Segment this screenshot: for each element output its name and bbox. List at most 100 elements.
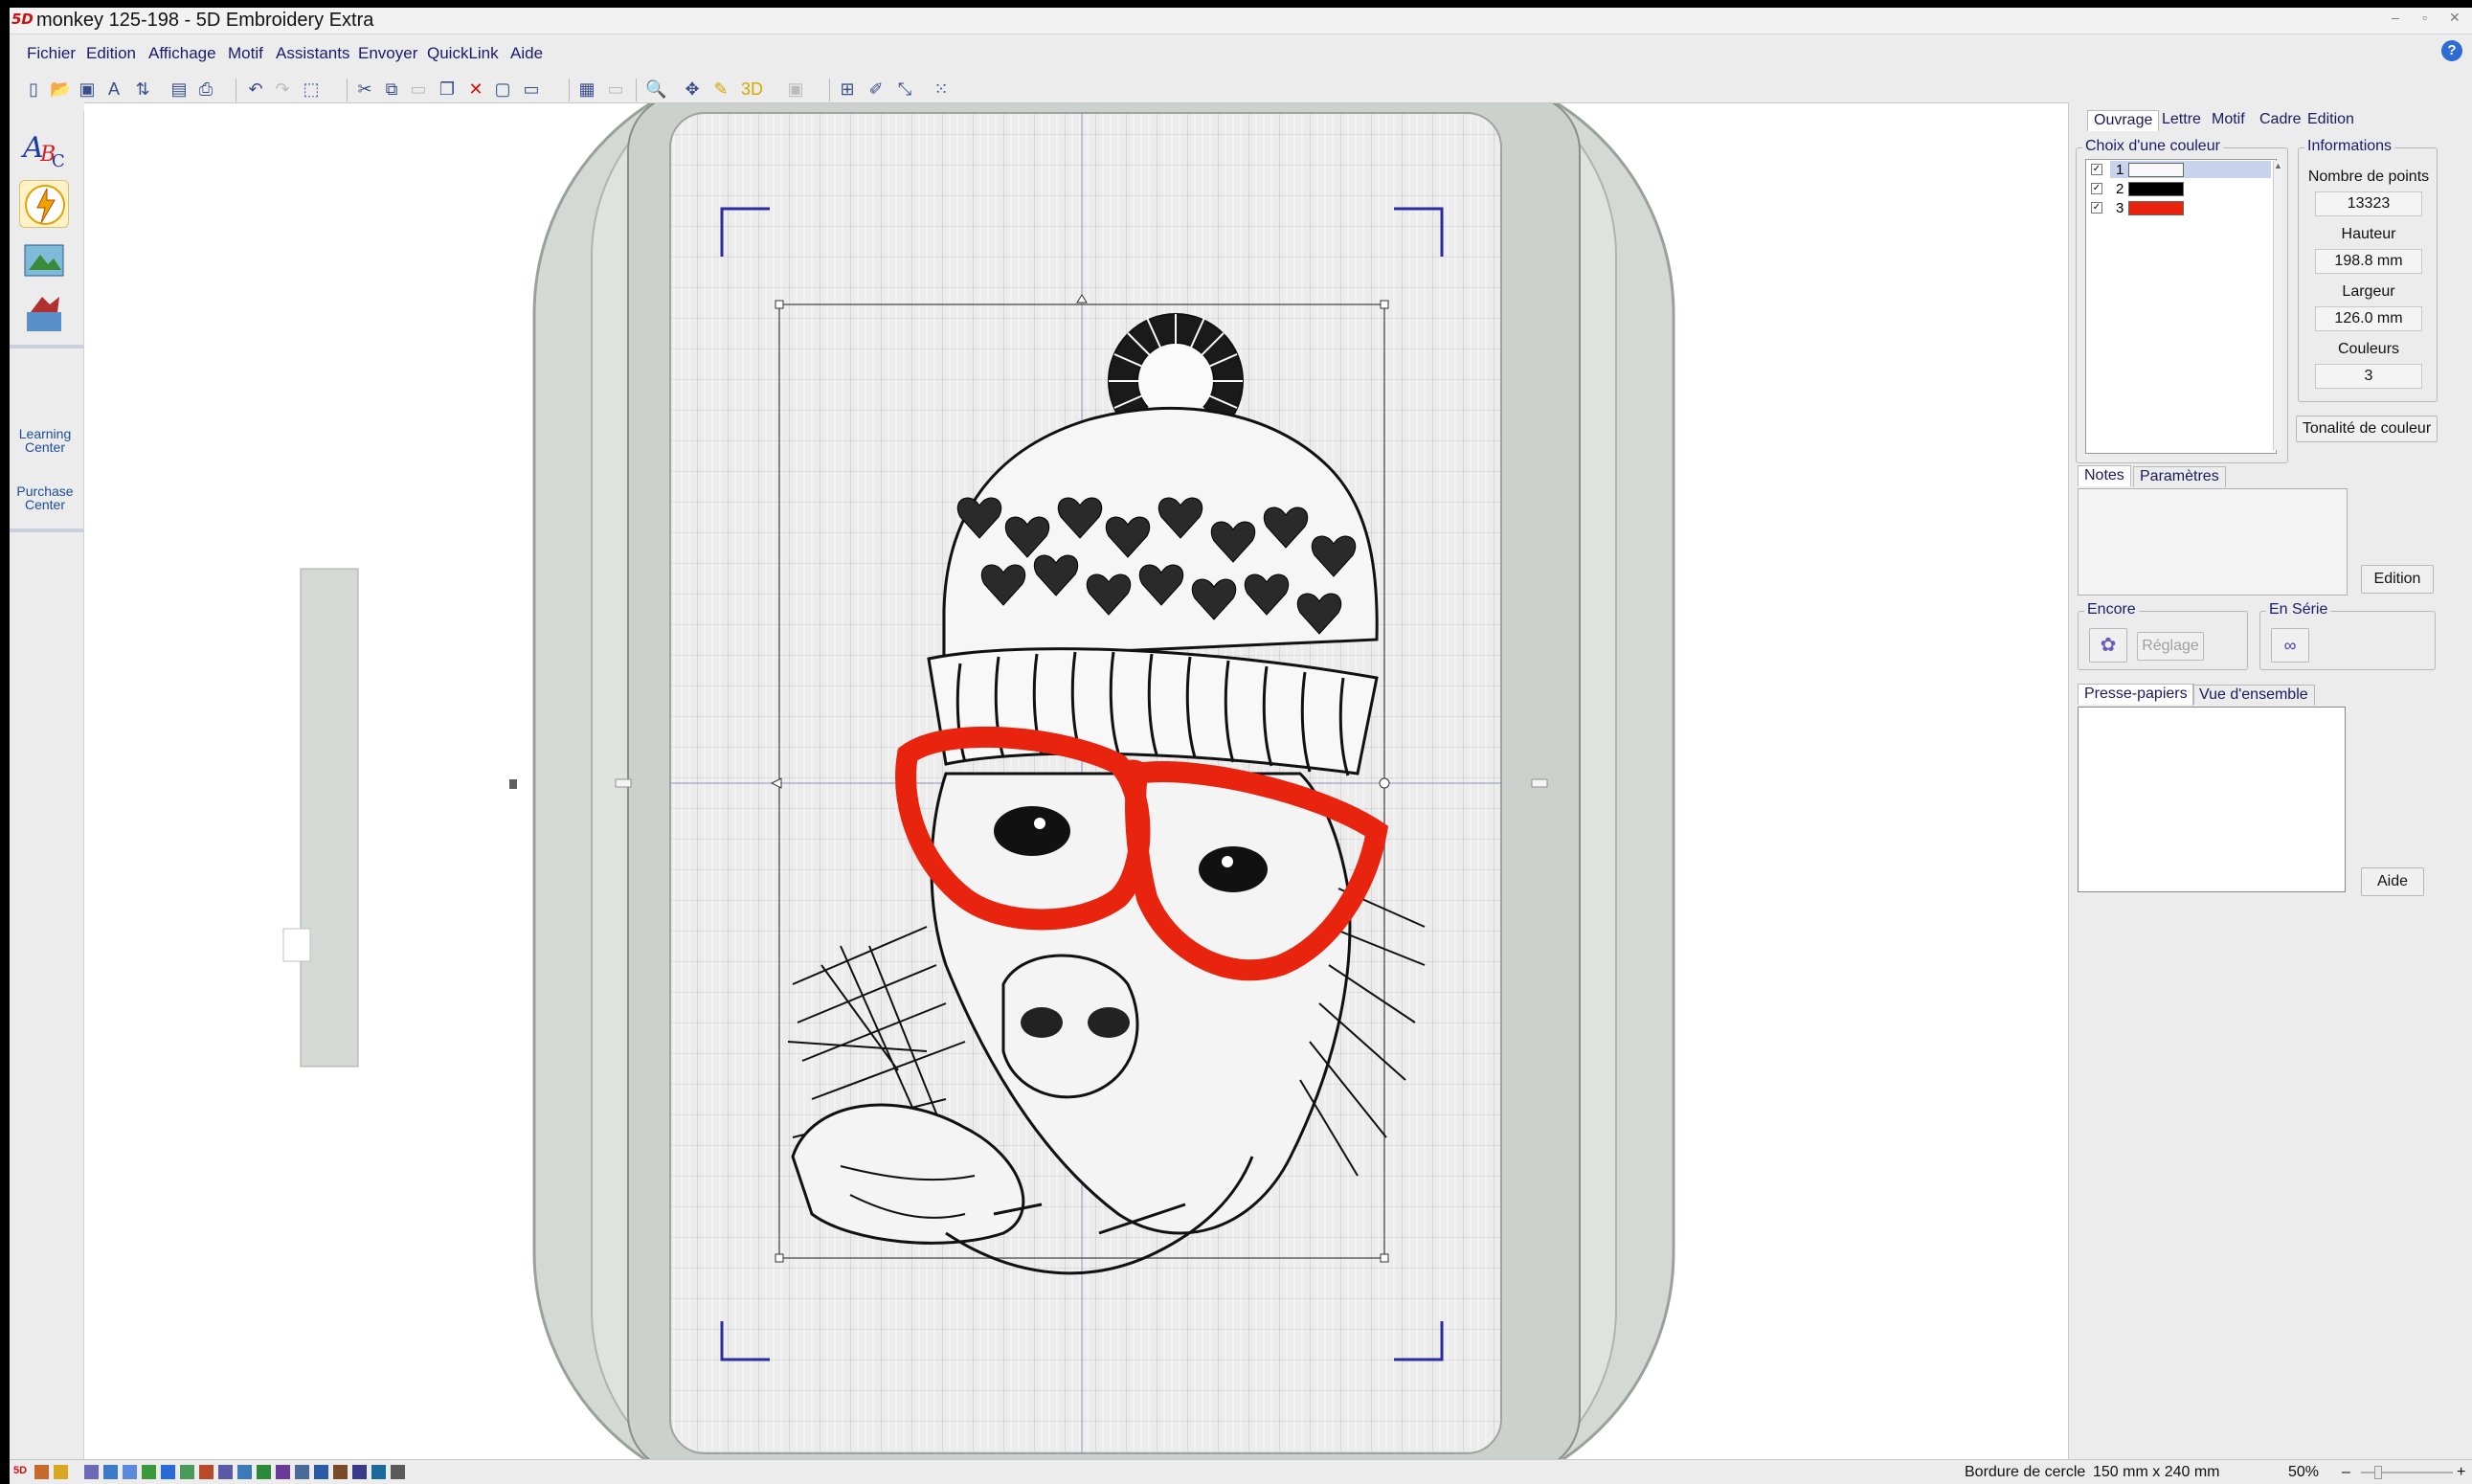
status-tool-icon[interactable] (180, 1465, 194, 1479)
delete-icon[interactable]: ✕ (465, 79, 486, 100)
status-tool-icon[interactable] (34, 1465, 49, 1479)
zoom-icon[interactable]: 🔍 (645, 79, 666, 100)
menu-quicklink[interactable]: QuickLink (427, 44, 499, 63)
zoom-out-button[interactable]: – (2342, 1464, 2350, 1481)
new-file-icon[interactable]: ▯ (23, 79, 44, 100)
copy-icon[interactable]: ⧉ (381, 79, 402, 100)
tab-lettre[interactable]: Lettre (2156, 110, 2207, 131)
hoop-icon[interactable]: ▭ (521, 79, 542, 100)
tab-parametres[interactable]: Paramètres (2133, 466, 2226, 487)
minimize-button[interactable]: – (2392, 10, 2399, 25)
menu-edition[interactable]: Edition (86, 44, 136, 63)
app-status-icon[interactable]: 5D (13, 1465, 28, 1479)
menu-motif[interactable]: Motif (228, 44, 263, 63)
duplicate-icon[interactable]: ❐ (437, 79, 458, 100)
help-icon[interactable]: ? (2441, 40, 2462, 61)
zoom-in-button[interactable]: + (2457, 1464, 2465, 1481)
status-tool-icon[interactable] (314, 1465, 328, 1479)
zoom-slider-thumb[interactable] (2374, 1466, 2382, 1479)
transfer-icon[interactable]: ⇅ (132, 79, 153, 100)
tab-ouvrage[interactable]: Ouvrage (2087, 110, 2160, 131)
aide-button[interactable]: Aide (2361, 867, 2424, 896)
tab-vue-ensemble[interactable]: Vue d'ensemble (2192, 685, 2315, 706)
undo-icon[interactable]: ↶ (245, 79, 266, 100)
quick-design-icon[interactable] (19, 180, 69, 228)
color-3-index: 3 (2116, 200, 2124, 216)
print-icon[interactable]: ⎙ (195, 79, 216, 100)
tab-motif[interactable]: Motif (2206, 110, 2251, 131)
arrange-icon[interactable]: ⊞ (837, 79, 858, 100)
status-tool-icon[interactable] (218, 1465, 233, 1479)
status-tool-icon[interactable] (84, 1465, 99, 1479)
status-tool-icon[interactable] (123, 1465, 137, 1479)
menu-aide[interactable]: Aide (510, 44, 543, 63)
lettering-app-icon[interactable]: ABC (19, 124, 69, 172)
lettering-icon[interactable]: A (103, 79, 124, 100)
en-serie-icon[interactable]: ∞ (2271, 628, 2309, 663)
save-icon[interactable]: ▣ (77, 79, 98, 100)
color-2-index: 2 (2116, 181, 2124, 197)
colors-count-label: Couleurs (2337, 341, 2400, 357)
status-tool-icon[interactable] (142, 1465, 156, 1479)
color-3-checkbox[interactable]: ✓ (2091, 202, 2102, 214)
menu-affichage[interactable]: Affichage (148, 44, 216, 63)
status-tool-icon[interactable] (103, 1465, 118, 1479)
background-icon[interactable]: ▭ (605, 79, 626, 100)
edit-points-icon[interactable]: ✐ (865, 79, 887, 100)
color-2-checkbox[interactable]: ✓ (2091, 183, 2102, 194)
design-creator-icon[interactable] (19, 236, 69, 283)
width-label: Largeur (2342, 283, 2395, 300)
tonalite-button[interactable]: Tonalité de couleur (2296, 416, 2438, 442)
encore-flower-icon[interactable]: ✿ (2089, 628, 2127, 663)
notes-textarea[interactable] (2078, 488, 2348, 596)
cut-icon[interactable]: ✂ (354, 79, 375, 100)
design-canvas[interactable] (84, 102, 2070, 1460)
tab-cadre[interactable]: Cadre (2254, 110, 2307, 131)
status-tool-icon[interactable] (161, 1465, 175, 1479)
status-tool-icon[interactable] (199, 1465, 213, 1479)
purchase-center-link[interactable]: Purchase Center (13, 484, 77, 511)
view-icon[interactable]: ▣ (785, 79, 806, 100)
app-logo-icon[interactable]: 5D (11, 11, 34, 28)
shape-icon[interactable]: ▢ (492, 79, 513, 100)
tab-presse-papiers[interactable]: Presse-papiers (2078, 684, 2194, 705)
pattern-icon[interactable]: ⁙ (931, 79, 952, 100)
notes-edition-button[interactable]: Edition (2361, 565, 2434, 594)
redo-icon[interactable]: ↷ (272, 79, 293, 100)
maximize-button[interactable]: ▫ (2422, 10, 2427, 25)
menu-envoyer[interactable]: Envoyer (358, 44, 417, 63)
close-button[interactable]: ✕ (2449, 10, 2461, 26)
paste-icon[interactable]: ▭ (408, 79, 429, 100)
measure-icon[interactable]: ✎ (710, 79, 731, 100)
reglage-button[interactable]: Réglage (2137, 632, 2204, 661)
realistic-view-icon[interactable]: 3D (741, 79, 763, 100)
open-file-icon[interactable]: 📂 (50, 79, 71, 100)
stitch-editor-icon[interactable] (19, 291, 69, 339)
status-tool-icon[interactable] (276, 1465, 290, 1479)
tab-notes[interactable]: Notes (2078, 465, 2131, 486)
status-tool-icon[interactable] (371, 1465, 386, 1479)
color-list-scrollbar[interactable]: ▲ (2273, 161, 2282, 450)
status-tool-icon[interactable] (54, 1465, 68, 1479)
grid-icon[interactable]: ▦ (576, 79, 597, 100)
status-tool-icon[interactable] (352, 1465, 367, 1479)
tab-edition[interactable]: Edition (2302, 110, 2360, 131)
status-tool-icon[interactable] (333, 1465, 348, 1479)
export-icon[interactable]: ▤ (169, 79, 190, 100)
status-tool-icon[interactable] (237, 1465, 252, 1479)
select-icon[interactable]: ⬚ (301, 79, 322, 100)
status-tool-icon[interactable] (391, 1465, 405, 1479)
pan-icon[interactable]: ✥ (682, 79, 703, 100)
learning-center-link[interactable]: Learning Center (13, 427, 77, 454)
launcher-divider (10, 528, 84, 532)
status-tool-icon[interactable] (257, 1465, 271, 1479)
window-title: monkey 125-198 - 5D Embroidery Extra (36, 10, 374, 31)
color-1-checkbox[interactable]: ✓ (2091, 164, 2102, 175)
resize-icon[interactable]: ⤡ (894, 79, 915, 100)
hoop-view[interactable] (84, 103, 2070, 1460)
status-tool-icon[interactable] (295, 1465, 309, 1479)
clipboard-area[interactable] (2078, 707, 2346, 892)
menu-fichier[interactable]: Fichier (27, 44, 76, 63)
menu-assistants[interactable]: Assistants (276, 44, 349, 63)
title-bar: 5D monkey 125-198 - 5D Embroidery Extra … (10, 8, 2472, 34)
